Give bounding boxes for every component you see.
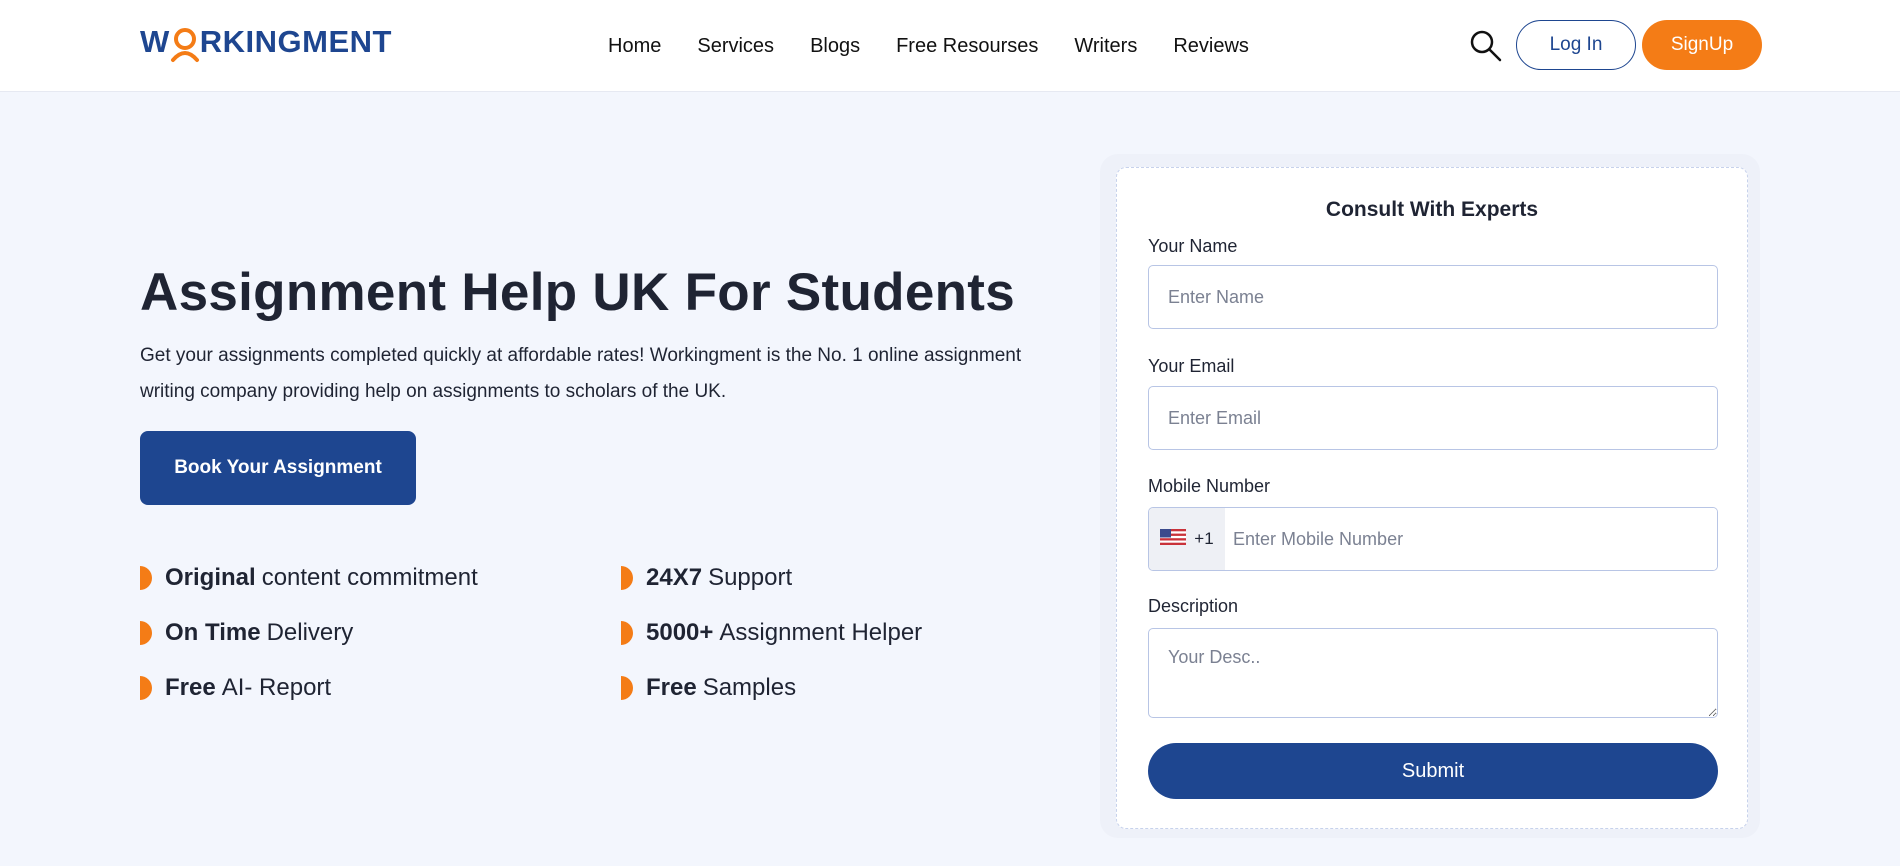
feature-bold: Original xyxy=(165,564,256,591)
email-input[interactable] xyxy=(1148,386,1718,450)
signup-button[interactable]: SignUp xyxy=(1642,20,1762,70)
country-code: +1 xyxy=(1194,529,1214,548)
half-circle-bullet-icon xyxy=(621,676,633,700)
feature-text: Support xyxy=(708,564,793,591)
feature-item: Original content commitment xyxy=(140,564,478,592)
feature-bold: On Time xyxy=(165,619,261,646)
site-header: W RKINGMENT Home Services Blogs Free Res… xyxy=(0,0,1900,92)
description-textarea[interactable] xyxy=(1148,628,1718,718)
feature-item: 24X7 Support xyxy=(621,564,792,592)
nav-home[interactable]: Home xyxy=(590,30,679,62)
nav-free-resources[interactable]: Free Resourses xyxy=(878,30,1056,62)
half-circle-bullet-icon xyxy=(140,621,152,645)
half-circle-bullet-icon xyxy=(621,566,633,590)
feature-item: Free Samples xyxy=(621,674,796,702)
logo-person-icon xyxy=(170,22,200,62)
name-input[interactable] xyxy=(1148,265,1718,329)
description-label: Description xyxy=(1148,596,1239,616)
feature-text: Assignment Helper xyxy=(719,619,923,646)
feature-bold: 5000+ xyxy=(646,619,714,646)
country-code-selector[interactable]: +1 xyxy=(1149,508,1225,570)
search-icon[interactable] xyxy=(1468,28,1504,64)
workingment-logo[interactable]: W RKINGMENT xyxy=(140,22,392,70)
feature-item: 5000+ Assignment Helper xyxy=(621,619,922,647)
mobile-field: +1 xyxy=(1148,507,1718,571)
hero-description: Get your assignments completed quickly a… xyxy=(140,345,1022,402)
mobile-input[interactable] xyxy=(1225,508,1717,570)
hero-title: Assignment Help UK For Students xyxy=(140,263,1016,322)
feature-bold: Free xyxy=(646,674,697,701)
consult-form: Consult With Experts Your Name Your Emai… xyxy=(1116,167,1748,829)
logo-text-w: W xyxy=(140,24,170,59)
nav-writers[interactable]: Writers xyxy=(1056,30,1155,62)
logo-text-rest: RKINGMENT xyxy=(199,24,392,59)
feature-item: On Time Delivery xyxy=(140,619,353,647)
nav-reviews[interactable]: Reviews xyxy=(1155,30,1267,62)
mobile-label: Mobile Number xyxy=(1148,476,1271,496)
us-flag-icon xyxy=(1160,528,1187,550)
nav-blogs[interactable]: Blogs xyxy=(792,30,878,62)
feature-text: AI- Report xyxy=(221,674,332,701)
half-circle-bullet-icon xyxy=(140,566,152,590)
feature-text: Samples xyxy=(702,674,797,701)
submit-button[interactable]: Submit xyxy=(1148,743,1718,799)
feature-bold: Free xyxy=(165,674,216,701)
nav-services[interactable]: Services xyxy=(679,30,792,62)
feature-item: Free AI- Report xyxy=(140,674,331,702)
feature-bold: 24X7 xyxy=(646,564,703,591)
name-label: Your Name xyxy=(1148,236,1238,256)
half-circle-bullet-icon xyxy=(140,676,152,700)
feature-text: Delivery xyxy=(266,619,354,646)
main-nav: Home Services Blogs Free Resourses Write… xyxy=(590,30,1267,62)
login-button[interactable]: Log In xyxy=(1516,20,1636,70)
form-title: Consult With Experts xyxy=(1325,198,1539,221)
email-label: Your Email xyxy=(1148,356,1235,376)
feature-text: content commitment xyxy=(261,564,478,591)
book-assignment-button[interactable]: Book Your Assignment xyxy=(140,431,416,505)
half-circle-bullet-icon xyxy=(621,621,633,645)
